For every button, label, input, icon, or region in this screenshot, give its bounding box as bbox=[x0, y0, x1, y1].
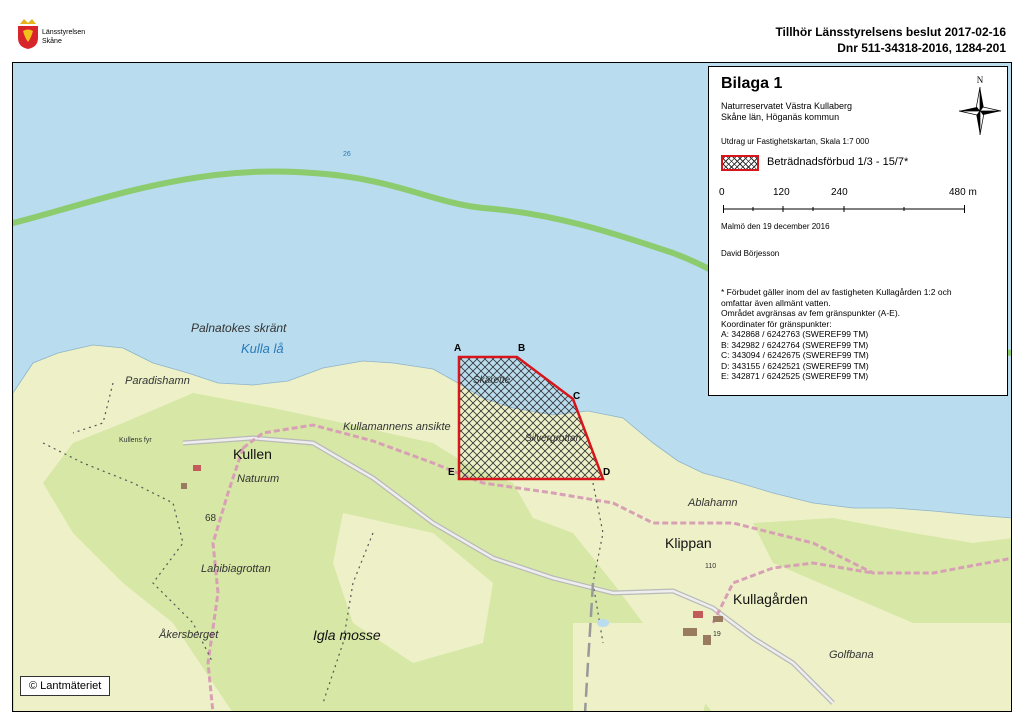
label-kullen: Kullen bbox=[233, 446, 272, 462]
label-igla-mosse: Igla mosse bbox=[313, 627, 381, 643]
restricted-area-swatch bbox=[721, 155, 759, 171]
org-line-1: Länsstyrelsen bbox=[42, 29, 86, 36]
note-line: C: 343094 / 6242675 (SWEREF99 TM) bbox=[721, 350, 869, 360]
label-kullens-fyr: Kullens fyr bbox=[119, 437, 152, 444]
note-line: Koordinater för gränspunkter: bbox=[721, 318, 832, 329]
legend-county: Skåne län, Höganäs kommun bbox=[721, 112, 840, 122]
height-68: 68 bbox=[205, 513, 217, 524]
legend-extract: Utdrag ur Fastighetskartan, Skala 1:7 00… bbox=[721, 137, 870, 146]
label-ablahamn: Ablahamn bbox=[688, 497, 738, 509]
point-c: C bbox=[573, 391, 581, 402]
note-line: D: 343155 / 6242521 (SWEREF99 TM) bbox=[721, 360, 869, 371]
legend-title: Bilaga 1 bbox=[721, 75, 783, 92]
dnr-line: Dnr 511-34318-2016, 1284-201 bbox=[837, 41, 1006, 55]
height-19: 19 bbox=[713, 631, 721, 638]
depth-label: 26 bbox=[343, 151, 351, 158]
note-line: omfattar även allmänt vatten. bbox=[721, 297, 831, 308]
label-klippan: Klippan bbox=[665, 535, 712, 551]
scale-label-0: 0 bbox=[719, 187, 725, 198]
org-line-2: Skåne bbox=[42, 38, 62, 45]
decision-reference: Tillhör Länsstyrelsens beslut 2017-02-16… bbox=[775, 24, 1006, 56]
label-kullagarden: Kullagården bbox=[733, 591, 808, 607]
north-letter: N bbox=[977, 75, 984, 85]
label-golfbana: Golfbana bbox=[829, 649, 874, 661]
county-crest-icon bbox=[18, 19, 38, 49]
label-paradishamn: Paradishamn bbox=[125, 375, 190, 387]
decision-line: Tillhör Länsstyrelsens beslut 2017-02-16 bbox=[775, 25, 1006, 39]
point-a: A bbox=[454, 343, 462, 354]
legend-swatch-label: Beträdnadsförbud 1/3 - 15/7* bbox=[767, 156, 909, 168]
note-line: E: 342871 / 6242525 (SWEREF99 TM) bbox=[721, 371, 869, 381]
point-e: E bbox=[448, 467, 455, 478]
page-header: Länsstyrelsen Skåne Tillhör Länsstyrelse… bbox=[0, 0, 1024, 62]
legend-author: David Börjesson bbox=[721, 249, 780, 258]
scale-label-240: 240 bbox=[831, 187, 848, 198]
note-line: B: 342982 / 6242764 (SWEREF99 TM) bbox=[721, 339, 869, 350]
label-skarette: Skärette bbox=[473, 375, 511, 386]
scale-label-120: 120 bbox=[773, 187, 790, 198]
legend-date: Malmö den 19 december 2016 bbox=[721, 222, 830, 231]
label-kullamannens: Kullamannens ansikte bbox=[343, 421, 451, 433]
scale-label-480: 480 m bbox=[949, 187, 977, 198]
scale-bar bbox=[723, 205, 965, 213]
copyright-box: © Lantmäteriet bbox=[20, 676, 111, 696]
label-silvergrottan: Silvergrottan bbox=[525, 433, 582, 444]
note-line: * Förbudet gäller inom del av fastighete… bbox=[721, 287, 952, 297]
note-line: Området avgränsas av fem gränspunkter (A… bbox=[721, 308, 901, 318]
legend-reserve: Naturreservatet Västra Kullaberg bbox=[721, 101, 853, 111]
legend-note: * Förbudet gäller inom del av fastighete… bbox=[721, 287, 1003, 382]
label-palnatokes: Palnatokes skränt bbox=[191, 321, 287, 335]
north-arrow-icon: N bbox=[957, 73, 1003, 136]
height-110: 110 bbox=[705, 563, 717, 570]
note-line: A: 342868 / 6242763 (SWEREF99 TM) bbox=[721, 329, 869, 339]
point-b: B bbox=[518, 343, 526, 354]
point-d: D bbox=[603, 467, 611, 478]
label-akersberget: Åkersberget bbox=[159, 629, 219, 641]
county-name: Länsstyrelsen Skåne bbox=[42, 28, 85, 46]
label-kulla-la: Kulla lå bbox=[241, 341, 284, 356]
map-legend: Bilaga 1 Naturreservatet Västra Kullaber… bbox=[708, 66, 1008, 396]
label-lahibiagrottan: Lahibiagrottan bbox=[201, 563, 271, 575]
label-naturum: Naturum bbox=[237, 473, 280, 485]
legend-reserve-info: Naturreservatet Västra Kullaberg Skåne l… bbox=[721, 101, 852, 123]
